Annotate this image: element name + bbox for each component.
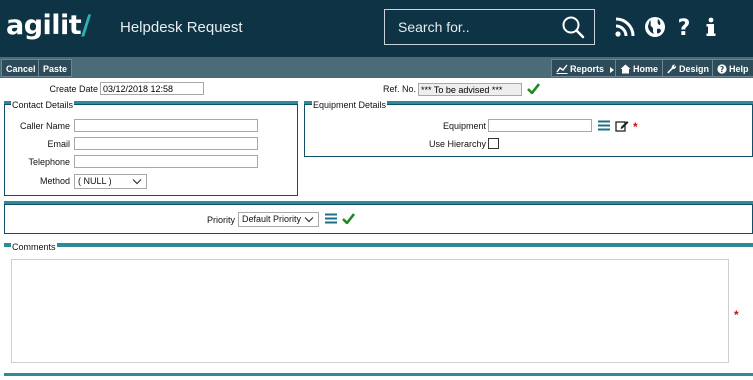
- caller-name-field[interactable]: [74, 119, 258, 132]
- email-label: Email: [47, 139, 70, 149]
- list-menu-icon[interactable]: [598, 120, 610, 131]
- ref-no-check-icon[interactable]: [527, 83, 540, 94]
- ref-no-label: Ref. No.: [382, 84, 416, 94]
- wrench-icon: [667, 64, 677, 74]
- design-button[interactable]: Design: [662, 59, 715, 77]
- home-icon: [620, 64, 631, 74]
- comments-required-marker: *: [734, 308, 739, 322]
- method-select[interactable]: ( NULL ): [74, 174, 147, 189]
- search-input[interactable]: [386, 11, 556, 43]
- priority-panel: [4, 204, 753, 234]
- equipment-label: Equipment: [442, 121, 486, 131]
- use-hierarchy-label: Use Hierarchy: [428, 139, 486, 149]
- comments-textarea[interactable]: [11, 259, 729, 363]
- comments-band: [4, 243, 753, 247]
- priority-list-icon[interactable]: [325, 213, 337, 224]
- chevron-down-icon: [132, 179, 142, 185]
- svg-text:?: ?: [720, 65, 724, 74]
- search-box: [384, 9, 595, 45]
- comments-legend: Comments: [11, 242, 57, 252]
- priority-label: Priority: [206, 215, 235, 225]
- equipment-field[interactable]: [488, 119, 592, 132]
- priority-check-icon[interactable]: [342, 213, 355, 224]
- priority-select[interactable]: Default Priority: [238, 212, 319, 227]
- caret-right-icon: [609, 67, 614, 73]
- cancel-button[interactable]: Cancel: [1, 59, 41, 77]
- method-label: Method: [39, 176, 70, 186]
- equipment-required-marker: *: [633, 120, 638, 134]
- method-select-value: ( NULL ): [78, 176, 112, 186]
- help-circle-icon: ?: [717, 64, 727, 74]
- email-field[interactable]: [74, 137, 258, 150]
- caller-name-label: Caller Name: [19, 121, 70, 131]
- info-icon[interactable]: [699, 15, 723, 39]
- toolbar: Cancel Paste Reports Home Design ? Help: [0, 56, 753, 78]
- rss-icon[interactable]: [613, 15, 637, 39]
- create-date-label: Create Date: [49, 84, 98, 94]
- equipment-details-legend: Equipment Details: [312, 100, 388, 110]
- agilit-logo[interactable]: agilit/: [6, 10, 91, 41]
- svg-text:?: ?: [678, 16, 691, 39]
- reports-menu-button[interactable]: Reports: [551, 59, 620, 77]
- create-date-field[interactable]: [100, 82, 204, 95]
- help-button[interactable]: ? Help: [712, 59, 753, 77]
- use-hierarchy-checkbox[interactable]: [488, 138, 499, 149]
- app-title: Helpdesk Request: [120, 19, 243, 36]
- priority-select-value: Default Priority: [242, 214, 302, 224]
- ref-no-field: [418, 83, 522, 96]
- search-icon[interactable]: [560, 15, 586, 41]
- paste-button[interactable]: Paste: [38, 59, 73, 77]
- app-header: agilit/ Helpdesk Request ?: [0, 0, 753, 56]
- globe-icon[interactable]: [643, 15, 667, 39]
- home-button[interactable]: Home: [615, 59, 664, 77]
- contact-details-legend: Contact Details: [11, 100, 75, 110]
- edit-icon[interactable]: [615, 119, 629, 132]
- comments-bottom-border: [4, 373, 753, 376]
- help-question-icon[interactable]: ?: [672, 15, 696, 39]
- chevron-down-icon: [304, 217, 314, 223]
- telephone-field[interactable]: [74, 155, 258, 168]
- chart-line-icon: [556, 64, 568, 74]
- telephone-label: Telephone: [28, 157, 70, 167]
